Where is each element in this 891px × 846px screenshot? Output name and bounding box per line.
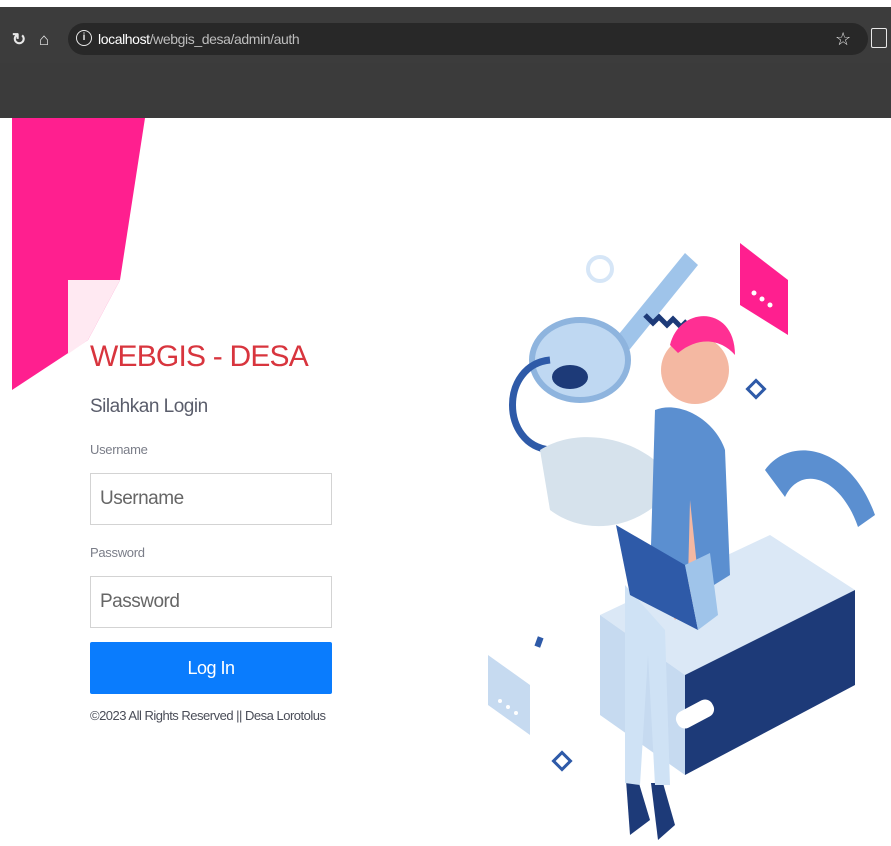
browser-bookmarks-bar (0, 63, 891, 118)
url-text[interactable]: localhost/webgis_desa/admin/auth (98, 30, 300, 48)
copyright-footer: ©2023 All Rights Reserved || Desa Loroto… (90, 708, 326, 723)
login-button[interactable]: Log In (90, 642, 332, 694)
page-title: WEBGIS - DESA (90, 340, 309, 373)
window-top-edge (0, 0, 891, 7)
username-input[interactable] (90, 473, 332, 525)
info-icon[interactable]: i (76, 30, 92, 46)
reload-icon[interactable]: ↻ (9, 29, 29, 51)
password-input[interactable] (90, 576, 332, 628)
login-subtitle: Silahkan Login (90, 396, 208, 417)
login-illustration (488, 243, 875, 840)
home-icon[interactable]: ⌂ (34, 29, 54, 51)
username-label: Username (90, 442, 148, 457)
extensions-icon[interactable] (871, 28, 887, 48)
url-path: /webgis_desa/admin/auth (149, 31, 300, 47)
address-bar[interactable]: i localhost/webgis_desa/admin/auth (68, 23, 868, 55)
password-label: Password (90, 545, 145, 560)
url-host: localhost (98, 31, 150, 47)
star-icon[interactable]: ☆ (835, 28, 851, 50)
browser-toolbar: ↻ ⌂ i localhost/webgis_desa/admin/auth ☆ (0, 7, 891, 63)
